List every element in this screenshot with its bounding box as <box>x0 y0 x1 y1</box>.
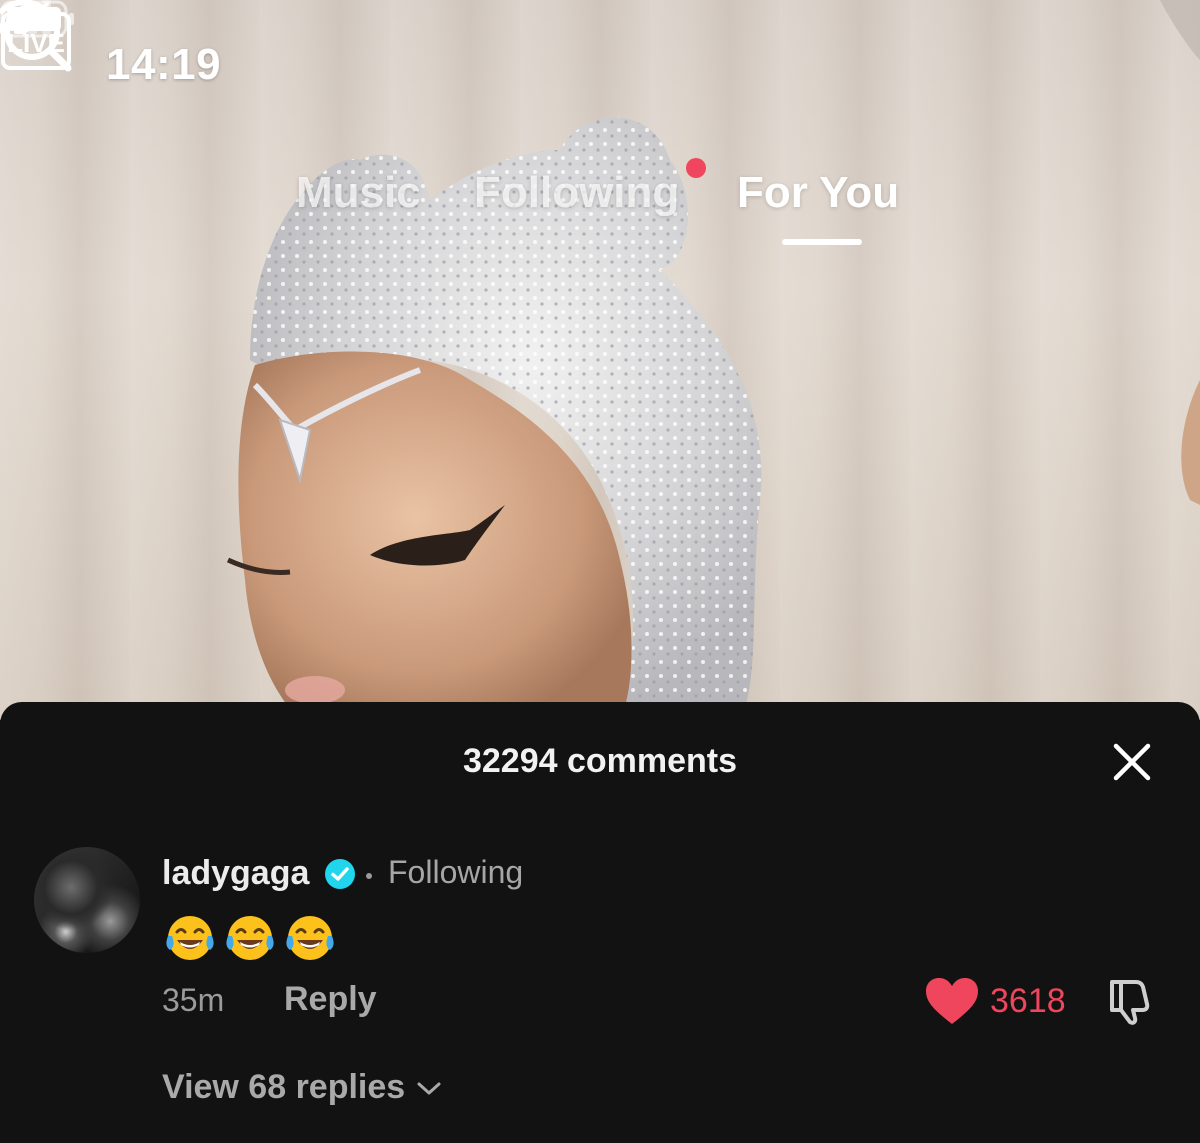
status-time: 14:19 <box>106 40 222 89</box>
comments-count-title: 32294 comments <box>462 742 738 780</box>
video-scene <box>226 0 1200 720</box>
chevron-down-icon <box>417 1082 441 1094</box>
reply-button[interactable]: Reply <box>284 980 377 1019</box>
tab-following[interactable]: Following <box>474 168 679 218</box>
like-count: 3618 <box>990 982 1066 1020</box>
verified-badge-icon <box>325 859 355 889</box>
video-frame[interactable]: 14:19 LIVE Music Following For You <box>0 0 1200 720</box>
comment-username[interactable]: ladygaga <box>162 854 309 893</box>
view-replies-button[interactable]: View 68 replies <box>162 1068 443 1107</box>
comment-timestamp: 35m <box>162 982 225 1018</box>
tears-of-joy-emoji-icon <box>226 916 274 960</box>
tears-of-joy-emoji-icon <box>166 916 214 960</box>
view-replies-label: View 68 replies <box>162 1068 406 1106</box>
tab-music[interactable]: Music <box>296 168 421 218</box>
close-icon[interactable] <box>1110 740 1154 784</box>
avatar[interactable] <box>34 847 140 953</box>
separator-dot <box>366 873 372 879</box>
comment-text <box>162 910 338 966</box>
heart-icon[interactable] <box>924 976 980 1026</box>
dislike-icon[interactable] <box>1106 976 1156 1026</box>
follow-status: Following <box>388 854 524 890</box>
notification-dot <box>686 158 706 178</box>
tab-for-you[interactable]: For You <box>737 168 899 218</box>
search-icon[interactable] <box>0 0 74 74</box>
comments-sheet: 32294 comments ladygaga Following 35m Re… <box>0 702 1200 1143</box>
tears-of-joy-emoji-icon <box>286 916 334 960</box>
active-tab-indicator <box>782 239 862 245</box>
